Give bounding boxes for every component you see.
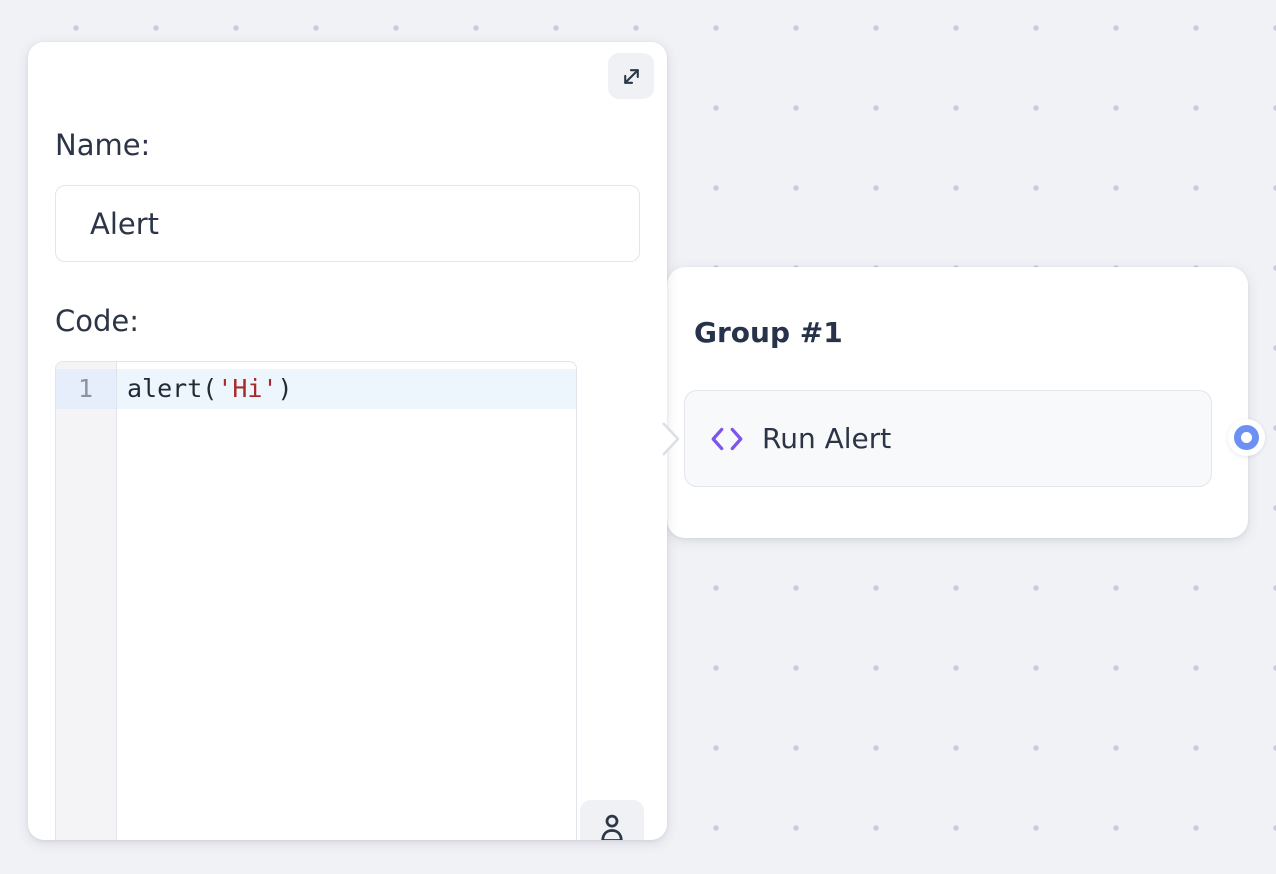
code-token-plain: ) (278, 374, 293, 403)
node-input-handle[interactable] (660, 420, 682, 458)
handle-ring (1234, 425, 1259, 450)
code-brackets-icon (709, 424, 745, 454)
node-label: Run Alert (762, 422, 891, 455)
node-output-handle[interactable] (1228, 419, 1265, 456)
code-editor[interactable]: 1 alert('Hi') (55, 361, 577, 840)
person-icon (597, 811, 627, 840)
run-alert-node[interactable]: Run Alert (684, 390, 1212, 487)
flow-canvas[interactable]: Name: Code: 1 alert('Hi') Group #1 (0, 0, 1276, 874)
line-number: 1 (56, 369, 116, 409)
group-card[interactable]: Group #1 Run Alert (667, 267, 1248, 538)
code-area[interactable]: alert('Hi') (117, 362, 576, 840)
name-label: Name: (55, 128, 150, 162)
group-title: Group #1 (694, 316, 843, 349)
name-input[interactable] (55, 185, 640, 262)
code-token-string: 'Hi' (217, 374, 277, 403)
line-number-gutter: 1 (56, 362, 117, 840)
code-label: Code: (55, 304, 139, 338)
user-button[interactable] (580, 800, 644, 840)
node-editor-panel: Name: Code: 1 alert('Hi') (28, 42, 667, 840)
code-line: alert('Hi') (117, 369, 576, 409)
code-token-plain: alert( (127, 374, 217, 403)
expand-button[interactable] (608, 53, 654, 99)
expand-icon (620, 65, 643, 88)
